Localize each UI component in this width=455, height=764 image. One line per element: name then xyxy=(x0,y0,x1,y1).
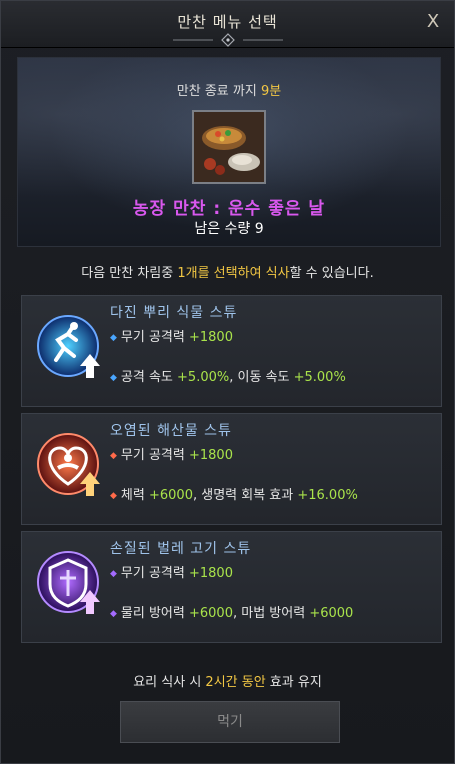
effect-label: 무기 공격력 xyxy=(120,330,189,345)
bullet-icon: ◆ xyxy=(110,451,117,461)
duration-note: 요리 식사 시 2시간 동안 효과 유지 xyxy=(1,671,454,690)
effect-label: 공격 속도 xyxy=(120,370,178,385)
window-title: 만찬 메뉴 선택 xyxy=(177,13,278,31)
effect-value: +1800 xyxy=(189,566,233,581)
bullet-icon: ◆ xyxy=(110,569,117,579)
effect-value: +5.00% xyxy=(293,370,346,385)
effect-value: +5.00% xyxy=(177,370,230,385)
titlebar[interactable]: 만찬 메뉴 선택 X xyxy=(1,1,454,48)
effect-value: +6000 xyxy=(309,606,354,621)
dish-name: 농장 만찬 : 운수 좋은 날 xyxy=(132,199,326,219)
bullet-icon: ◆ xyxy=(110,491,117,501)
option-effect-2: ◆ 체력 +6000, 생명력 회복 효과 +16.00% xyxy=(110,484,358,503)
effect-value: +6000 xyxy=(189,606,233,621)
instruction-highlight: 1개를 선택하여 식사 xyxy=(177,266,290,281)
effect-value: +16.00% xyxy=(297,488,358,503)
menu-option-seafood-stew[interactable]: 오염된 해산물 스튜 ◆ 무기 공격력 +1800 ◆ 체력 +6000, 생명력 … xyxy=(21,413,442,525)
remaining-count: 남은 수량 9 xyxy=(194,221,264,237)
duration-after: 효과 유지 xyxy=(265,675,322,690)
effect-value: +6000 xyxy=(148,488,193,503)
dish-image-icon xyxy=(192,110,266,184)
food-plate-icon xyxy=(194,112,264,182)
effect-label: , 생명력 회복 효과 xyxy=(192,488,298,503)
effect-value: +1800 xyxy=(189,448,233,463)
effect-label: , 이동 속도 xyxy=(229,370,294,385)
bullet-icon: ◆ xyxy=(110,609,117,619)
ornament-icon xyxy=(173,33,283,47)
menu-option-bug-meat-stew[interactable]: 손질된 벌레 고기 스튜 ◆ 무기 공격력 +1800 ◆ 물리 방어력 +6000… xyxy=(21,531,442,643)
effect-label: 체력 xyxy=(120,488,149,503)
close-button[interactable]: X xyxy=(422,11,444,33)
menu-option-root-stew[interactable]: 다진 뿌리 식물 스튜 ◆ 무기 공격력 +1800 ◆ 공격 속도 +5.00%,… xyxy=(21,295,442,407)
timer-label: 만찬 종료 까지 xyxy=(176,84,261,99)
option-name: 오염된 해산물 스튜 xyxy=(110,423,232,439)
banquet-banner: 만찬 종료 까지 9분 농장 만찬 : 운수 좋은 날 남은 수량 9 xyxy=(17,57,441,247)
option-effect-1: ◆ 무기 공격력 +1800 xyxy=(110,444,233,463)
effect-label: 무기 공격력 xyxy=(120,566,189,581)
duration-highlight: 2시간 동안 xyxy=(205,675,266,690)
defense-buff-icon xyxy=(37,551,100,614)
option-effect-1: ◆ 무기 공격력 +1800 xyxy=(110,562,233,581)
speed-buff-icon xyxy=(37,315,100,378)
option-name: 다진 뿌리 식물 스튜 xyxy=(110,305,238,321)
option-effect-1: ◆ 무기 공격력 +1800 xyxy=(110,326,233,345)
duration-before: 요리 식사 시 xyxy=(133,675,206,690)
option-effect-2: ◆ 물리 방어력 +6000, 마법 방어력 +6000 xyxy=(110,602,353,621)
effect-label: , 마법 방어력 xyxy=(232,606,310,621)
timer-value: 9분 xyxy=(260,84,282,99)
banquet-menu-window: 만찬 메뉴 선택 X 만찬 종료 까지 9분 농장 만찬: 운수 좋은 날 남… xyxy=(0,0,455,764)
banquet-timer: 만찬 종료 까지 9분 xyxy=(18,80,440,99)
bullet-icon: ◆ xyxy=(110,333,117,343)
effect-label: 물리 방어력 xyxy=(120,606,189,621)
health-buff-icon xyxy=(37,433,100,496)
instruction-before: 다음 만찬 차림중 xyxy=(81,266,178,281)
option-effect-2: ◆ 공격 속도 +5.00%, 이동 속도 +5.00% xyxy=(110,366,346,385)
instruction-after: 할 수 있습니다. xyxy=(289,266,374,281)
bullet-icon: ◆ xyxy=(110,373,117,383)
instruction-text: 다음 만찬 차림중 1개를 선택하여 식사할 수 있습니다. xyxy=(1,262,454,281)
effect-value: +1800 xyxy=(189,330,233,345)
effect-label: 무기 공격력 xyxy=(120,448,189,463)
option-name: 손질된 벌레 고기 스튜 xyxy=(110,541,252,557)
eat-button[interactable]: 먹기 xyxy=(120,701,340,743)
